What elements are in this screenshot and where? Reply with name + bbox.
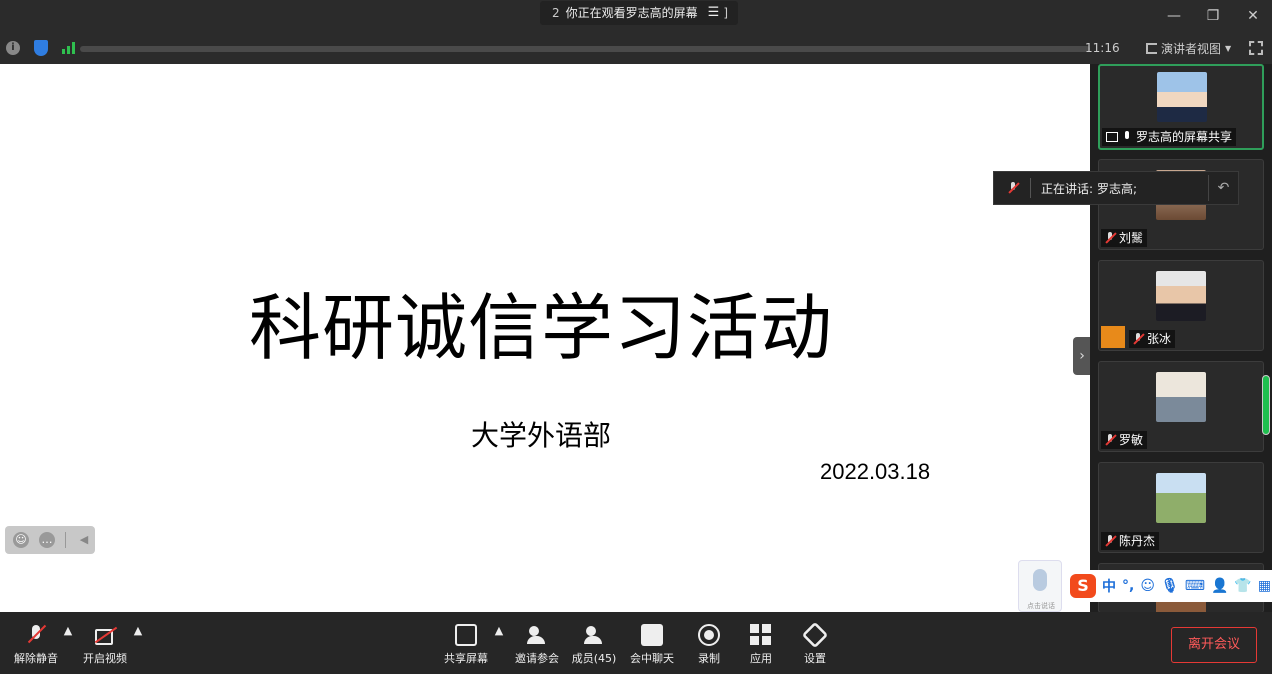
microphone-icon [1033, 569, 1047, 591]
speaking-prefix: 正在讲话: [1041, 181, 1094, 196]
avatar [1156, 372, 1206, 422]
viewing-indicator[interactable]: 2 你正在观看罗志高的屏幕 ☰ ] [540, 1, 738, 25]
speaker-view-icon [1146, 43, 1157, 54]
title-bar: 2 你正在观看罗志高的屏幕 ☰ ] — ❐ ✕ [0, 0, 1272, 32]
ime-toolbar: S 中 °, ☺ 🎙 ⌨ 👤 👕 ▦ [1066, 570, 1272, 602]
host-badge-icon [1101, 326, 1125, 348]
skin-icon[interactable]: 👕 [1234, 578, 1251, 594]
divider [65, 532, 66, 548]
fullscreen-icon[interactable] [1249, 41, 1263, 55]
gear-icon [801, 621, 829, 649]
voice-input-button[interactable]: 点击说话 [1018, 560, 1062, 612]
ime-mode[interactable]: 中 [1102, 576, 1116, 596]
participant-tile[interactable]: 罗敏 [1098, 361, 1264, 452]
title-prefix: 2 [552, 6, 560, 20]
apps-icon [750, 624, 772, 646]
minimize-icon[interactable]: — [1164, 6, 1184, 26]
chevron-down-icon: ▼ [1225, 44, 1232, 53]
sidebar-scrollbar[interactable] [1262, 375, 1270, 435]
record-label: 录制 [698, 652, 720, 665]
leave-meeting-button[interactable]: 离开会议 [1171, 627, 1257, 663]
participant-name: 刘鬗 [1119, 231, 1144, 245]
list-menu-icon[interactable]: ☰ [708, 1, 720, 25]
members-label: 成员(45) [571, 652, 617, 665]
user-icon[interactable]: 👤 [1211, 578, 1228, 594]
invite-button[interactable]: 邀请参会 [505, 624, 569, 666]
chat-icon [641, 624, 663, 646]
participant-label: 罗志高的屏幕共享 [1102, 128, 1237, 146]
slide-date: 2022.03.18 [820, 459, 931, 484]
view-mode-dropdown[interactable]: 演讲者视图 ▼ [1146, 40, 1231, 57]
sogou-logo-icon[interactable]: S [1070, 574, 1096, 598]
reaction-bar: ☺ … ◀ [5, 526, 95, 554]
participant-name: 罗志高的屏幕共享 [1136, 130, 1233, 144]
emoji-icon[interactable]: ☺ [1140, 578, 1155, 594]
participant-label: 张冰 [1129, 330, 1176, 348]
members-icon [583, 624, 605, 646]
record-icon [698, 624, 720, 646]
slide-title: 科研诚信学习活动 [248, 286, 833, 370]
start-video-label: 开启视频 [83, 652, 127, 665]
security-shield-icon[interactable] [34, 40, 48, 56]
view-mode-label: 演讲者视图 [1161, 42, 1222, 56]
slide-subtitle: 大学外语部 [470, 419, 611, 452]
avatar [1156, 271, 1206, 321]
participant-name: 陈丹杰 [1119, 534, 1156, 548]
title-suffix: ] [723, 6, 728, 20]
avatar [1156, 473, 1206, 523]
share-screen-label: 共享屏幕 [444, 652, 488, 665]
active-speaker-indicator: 正在讲话: 罗志高; ↶ [993, 171, 1239, 205]
participant-tile[interactable]: 张冰 [1098, 260, 1264, 351]
add-user-icon [526, 624, 548, 646]
avatar [1157, 72, 1207, 122]
keyboard-icon[interactable]: ⌨ [1185, 578, 1205, 594]
reply-icon[interactable]: ↶ [1208, 175, 1238, 201]
viewing-text: 你正在观看罗志高的屏幕 [565, 6, 698, 20]
shared-screen: 科研诚信学习活动 大学外语部 2022.03.18 ☺ … ◀ 点击说话 [0, 64, 1090, 612]
collapse-left-icon[interactable]: ◀ [76, 532, 92, 548]
meeting-info-bar: i 11:16 演讲者视图 ▼ [0, 32, 1272, 64]
apps-label: 应用 [750, 652, 772, 665]
participant-label: 刘鬗 [1101, 229, 1148, 247]
emoji-icon[interactable]: ☺ [13, 532, 29, 548]
network-signal-icon[interactable] [62, 42, 76, 54]
mic-muted-icon [1008, 182, 1018, 194]
members-button[interactable]: 成员(45) [562, 624, 626, 666]
voice-input-caption: 点击说话 [1027, 602, 1055, 610]
mic-muted-icon [1105, 434, 1115, 446]
meeting-clock: 11:16 [1085, 41, 1120, 55]
invite-label: 邀请参会 [515, 652, 559, 665]
close-icon[interactable]: ✕ [1243, 6, 1263, 26]
participant-gallery: 罗志高的屏幕共享 刘鬗 张冰 罗敏 陈丹杰 [1090, 64, 1272, 613]
chat-bubble-icon[interactable]: … [39, 532, 55, 548]
mic-muted-icon [1105, 535, 1115, 547]
settings-label: 设置 [804, 652, 826, 665]
grid-icon[interactable]: ▦ [1258, 578, 1271, 594]
chat-label: 会中聊天 [630, 652, 674, 665]
microphone-icon[interactable]: 🎙 [1161, 578, 1179, 594]
unmute-label: 解除静音 [14, 652, 58, 665]
participant-label: 罗敏 [1101, 431, 1148, 449]
chat-button[interactable]: 会中聊天 [620, 624, 684, 666]
mic-muted-icon [1133, 333, 1143, 345]
settings-button[interactable]: 设置 [783, 621, 847, 666]
chevron-up-icon[interactable]: ▲ [106, 624, 170, 637]
participant-tile[interactable]: 罗志高的屏幕共享 [1098, 64, 1264, 150]
restore-icon[interactable]: ❐ [1203, 6, 1223, 26]
top-divider [80, 46, 1090, 52]
divider [1030, 178, 1031, 198]
ime-punct[interactable]: °, [1122, 578, 1134, 594]
meeting-toolbar: 解除静音 ▲ 开启视频 ▲ 共享屏幕 ▲ 邀请参会 成员(45) 会中聊天 录制… [0, 612, 1272, 674]
info-icon[interactable]: i [6, 41, 20, 55]
speaking-name: 罗志高; [1097, 181, 1138, 196]
mic-muted-icon [1105, 232, 1115, 244]
collapse-sidebar-button[interactable]: › [1073, 337, 1091, 375]
participant-name: 罗敏 [1119, 433, 1144, 447]
participant-name: 张冰 [1147, 332, 1172, 346]
screen-share-icon [1106, 132, 1118, 142]
microphone-icon [1122, 131, 1132, 143]
participant-label: 陈丹杰 [1101, 532, 1160, 550]
participant-tile[interactable]: 陈丹杰 [1098, 462, 1264, 553]
